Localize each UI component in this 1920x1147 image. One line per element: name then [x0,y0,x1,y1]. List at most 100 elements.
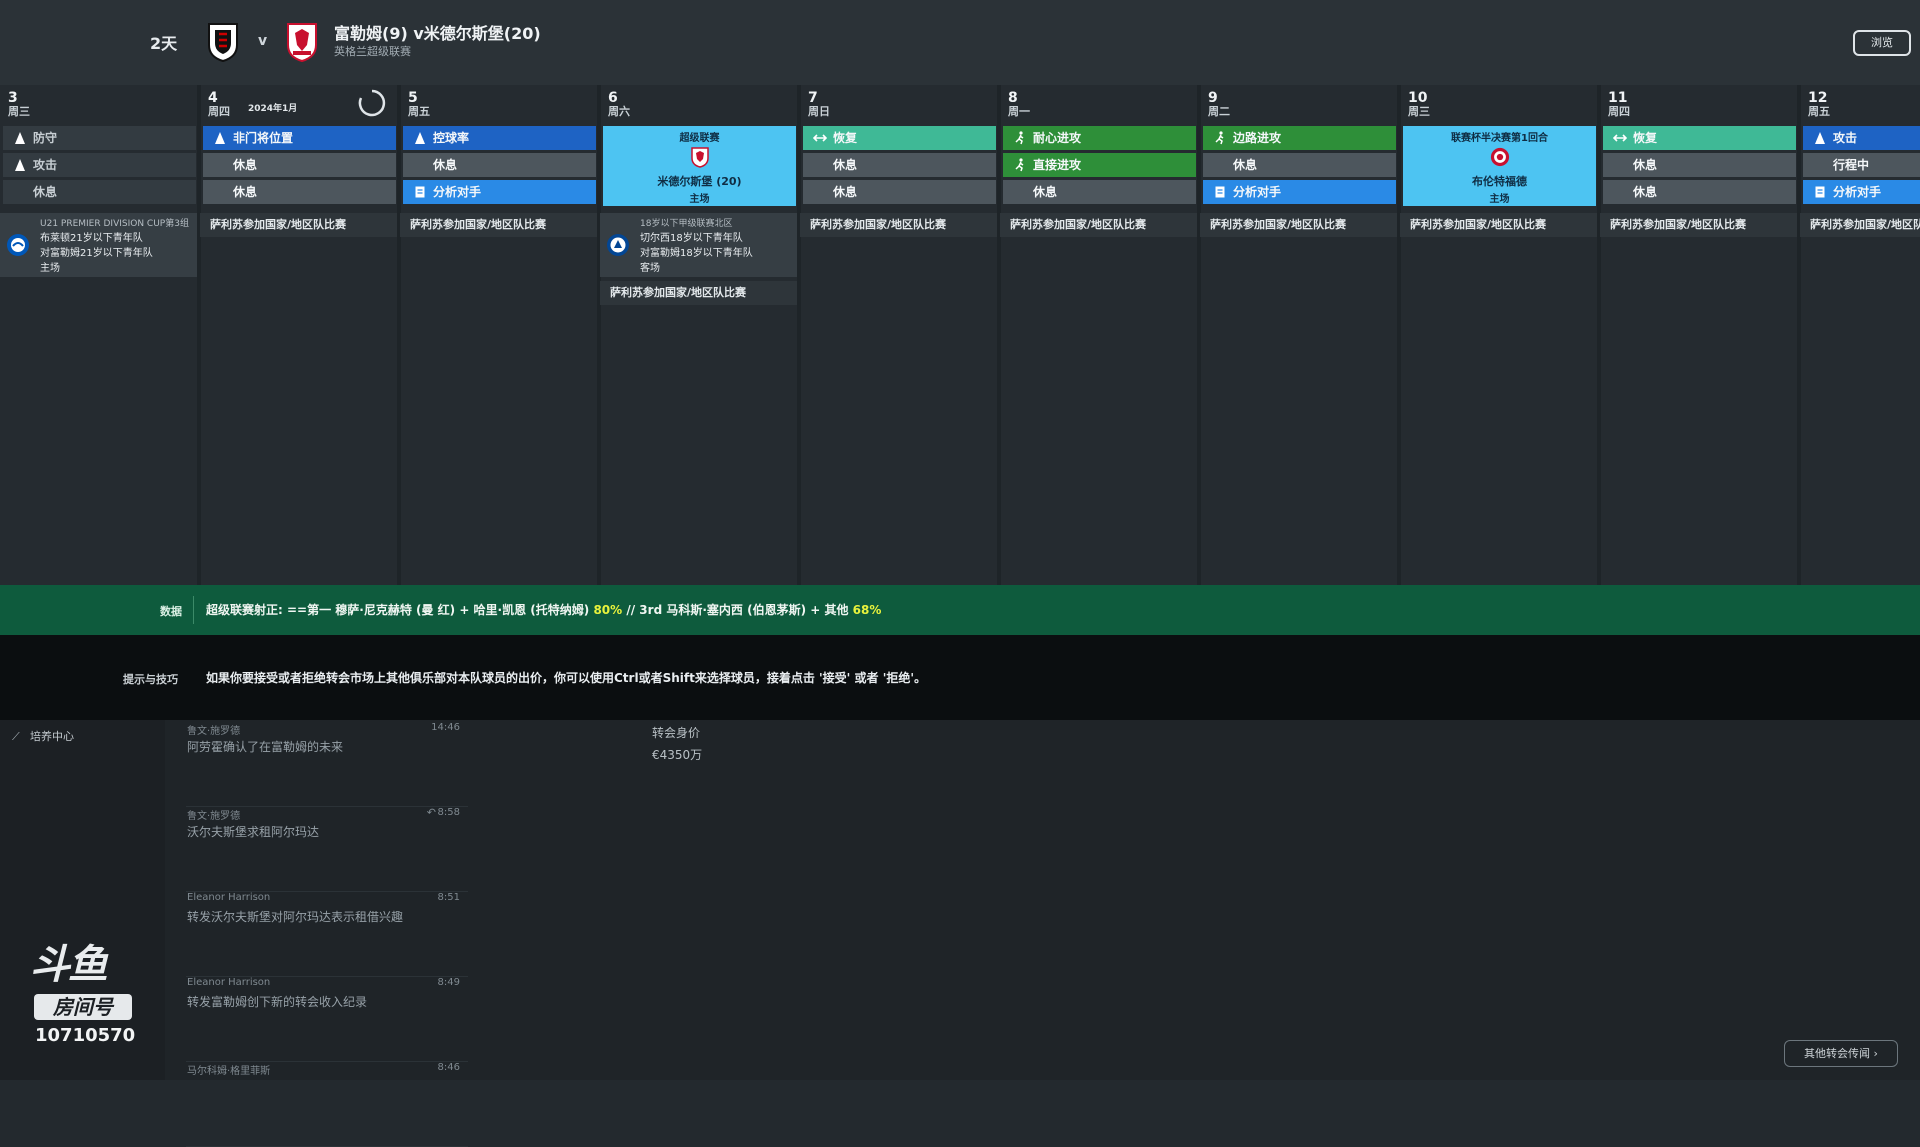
doc-icon [1813,185,1827,199]
training-session-1[interactable]: 防守 [3,126,196,150]
match-title[interactable]: 富勒姆(9) v米德尔斯堡(20) [334,20,541,44]
training-session-3[interactable]: 休息 [3,180,196,204]
training-session-1[interactable]: 恢复 [1603,126,1796,150]
fixture-opponent: 米德尔斯堡 (20) [657,175,742,188]
person-icon [213,131,227,145]
transfer-value-label: 转会身价 [652,726,701,740]
training-session-1[interactable]: 非门将位置 [203,126,396,150]
day-header: 12 周五 [1808,91,1830,118]
day-column[interactable]: 4 周四 非门将位置 休息 休息 萨利苏参加国家/地区队比赛 [200,85,401,585]
fixture-card[interactable]: 超级联赛 米德尔斯堡 (20) 主场 [603,126,796,206]
news-item[interactable]: Eleanor Harrison 8:49 转发富勒姆创下新的转会收入纪录 [186,977,468,1062]
day-weekday: 周五 [1808,105,1830,118]
fixture-venue: 主场 [1489,194,1510,205]
youth-venue: 客场 [640,263,660,274]
international-duty[interactable]: 萨利苏参加国家/地区队比赛 [1400,213,1597,237]
session-label: 恢复 [1633,131,1658,145]
day-column[interactable]: 10 周三 联赛杯半决赛第1回合 布伦特福德 主场 萨利苏参加国家/地区队比赛 [1400,85,1601,585]
training-session-3[interactable]: 分析对手 [1203,180,1396,204]
day-weekday: 周三 [8,105,30,118]
training-session-2[interactable]: 攻击 [3,153,196,177]
training-session-3[interactable]: 休息 [803,180,996,204]
news-source: 鲁文·施罗德 [187,726,241,737]
training-session-1[interactable]: 耐心进攻 [1003,126,1196,150]
match-countdown: 2天 [150,34,178,53]
training-session-3[interactable]: 休息 [1603,180,1796,204]
international-duty[interactable]: 萨利苏参加国家/地区队比赛 [400,213,597,237]
training-session-2[interactable]: 行程中 [1803,153,1920,177]
news-headline: 转发富勒姆创下新的转会收入纪录 [187,995,368,1009]
day-column[interactable]: 11 周四 恢复 休息 休息 萨利苏参加国家/地区队比赛 [1600,85,1801,585]
browse-button[interactable]: 浏览 [1853,30,1911,56]
news-item[interactable]: 马尔科姆·格里菲斯 8:46 [186,1062,468,1147]
day-column[interactable]: 3 周三防守攻击休息 U21 PREMIER DIVISION CUP第3组 布莱顿2… [0,85,201,585]
fulham-crest-icon[interactable] [206,21,240,63]
training-session-2[interactable]: 休息 [1603,153,1796,177]
training-session-2[interactable]: 休息 [203,153,396,177]
day-weekday: 周六 [608,105,630,118]
news-source: Eleanor Harrison [187,977,271,988]
news-item[interactable]: 鲁文·施罗德 ↶ 8:58 沃尔夫斯堡求租阿尔玛达 [186,806,468,892]
news-time: 8:51 [437,892,460,903]
refresh-icon[interactable] [357,88,387,118]
data-text-middle: // 3rd 马科斯·塞内西 (伯恩茅斯) + 其他 [622,603,853,617]
news-item[interactable]: Eleanor Harrison 8:51 转发沃尔夫斯堡对阿尔玛达表示租借兴趣 [186,892,468,977]
day-header: 3 周三 [8,91,30,118]
training-session-2[interactable]: 休息 [1203,153,1396,177]
training-session-2[interactable]: 直接进攻 [1003,153,1196,177]
middlesbrough-crest-icon[interactable] [285,21,319,63]
international-duty[interactable]: 萨利苏参加国家/地区队比赛 [600,281,797,305]
brentford-crest-icon [1490,147,1509,167]
session-label: 休息 [1033,185,1058,199]
international-duty[interactable]: 萨利苏参加国家/地区队比赛 [1600,213,1797,237]
youth-fixture[interactable]: 18岁以下甲级联赛北区 切尔西18岁以下青年队 对富勒姆18岁以下青年队 客场 [600,213,797,277]
international-duty[interactable]: 萨利苏参加国家/地区队比赛 [1200,213,1397,237]
training-session-1[interactable]: 攻击 [1803,126,1920,150]
training-session-1[interactable]: 恢复 [803,126,996,150]
training-session-2[interactable]: 休息 [403,153,596,177]
month-label: 2024年1月 [248,104,298,114]
person-icon [1813,131,1827,145]
youth-team: 切尔西18岁以下青年队 [640,233,743,244]
day-column[interactable]: 12周五攻击行程中分析对手萨利苏参加国家/地区队比赛 [1800,85,1920,585]
training-session-1[interactable]: 边路进攻 [1203,126,1396,150]
international-duty[interactable]: 萨利苏参加国家/地区队比赛 [200,213,397,237]
training-session-3[interactable]: 休息 [203,180,396,204]
training-session-3[interactable]: 分析对手 [1803,180,1920,204]
day-weekday: 周二 [1208,105,1230,118]
day-column[interactable]: 7 周日 恢复 休息 休息 萨利苏参加国家/地区队比赛 [800,85,1001,585]
training-session-3[interactable]: 分析对手 [403,180,596,204]
day-number: 6 [608,90,618,106]
day-column[interactable]: 8 周一耐心进攻直接进攻休息萨利苏参加国家/地区队比赛 [1000,85,1201,585]
day-column[interactable]: 9 周二 边路进攻 休息 分析对手 萨利苏参加国家/地区队比赛 [1200,85,1401,585]
day-number: 3 [8,90,18,106]
day-column[interactable]: 6 周六 超级联赛 米德尔斯堡 (20) 主场 18岁以下甲级联赛北区 切尔西18岁以下青年… [600,85,801,585]
news-source: 鲁文·施罗德 [187,811,241,822]
fixture-venue: 主场 [689,194,710,205]
news-headline: 转发沃尔夫斯堡对阿尔玛达表示租借兴趣 [187,910,404,924]
news-item[interactable]: 鲁文·施罗德 14:46 阿劳霍确认了在富勒姆的未来 [186,722,468,807]
day-column[interactable]: 5 周五 控球率 休息 分析对手 萨利苏参加国家/地区队比赛 [400,85,601,585]
international-duty[interactable]: 萨利苏参加国家/地区队比赛 [1800,213,1920,237]
fixture-card[interactable]: 联赛杯半决赛第1回合 布伦特福德 主场 [1403,126,1596,206]
day-header: 8 周一 [1008,91,1030,118]
youth-competition: 18岁以下甲级联赛北区 [640,219,733,229]
run-icon [1013,131,1027,145]
nav-item-development[interactable]: ⟋ 培养中心 [12,728,74,744]
youth-fixture[interactable]: U21 PREMIER DIVISION CUP第3组 布莱顿21岁以下青年队 对富… [0,213,197,277]
session-label: 休息 [233,158,258,172]
session-label: 攻击 [33,158,58,172]
news-time: 14:46 [431,722,460,733]
room-number: 10710570 [35,1025,136,1046]
data-bar-label: 数据 [160,605,182,618]
training-session-1[interactable]: 控球率 [403,126,596,150]
tips-label: 提示与技巧 [123,673,178,686]
fixture-opponent: 布伦特福德 [1472,175,1527,188]
more-rumours-button[interactable]: 其他转会传闻 › [1784,1040,1898,1067]
training-session-2[interactable]: 休息 [803,153,996,177]
training-session-3[interactable]: 休息 [1003,180,1196,204]
international-duty[interactable]: 萨利苏参加国家/地区队比赛 [1000,213,1197,237]
session-label: 行程中 [1833,158,1870,172]
brighton-crest-icon [7,234,29,256]
international-duty[interactable]: 萨利苏参加国家/地区队比赛 [800,213,997,237]
